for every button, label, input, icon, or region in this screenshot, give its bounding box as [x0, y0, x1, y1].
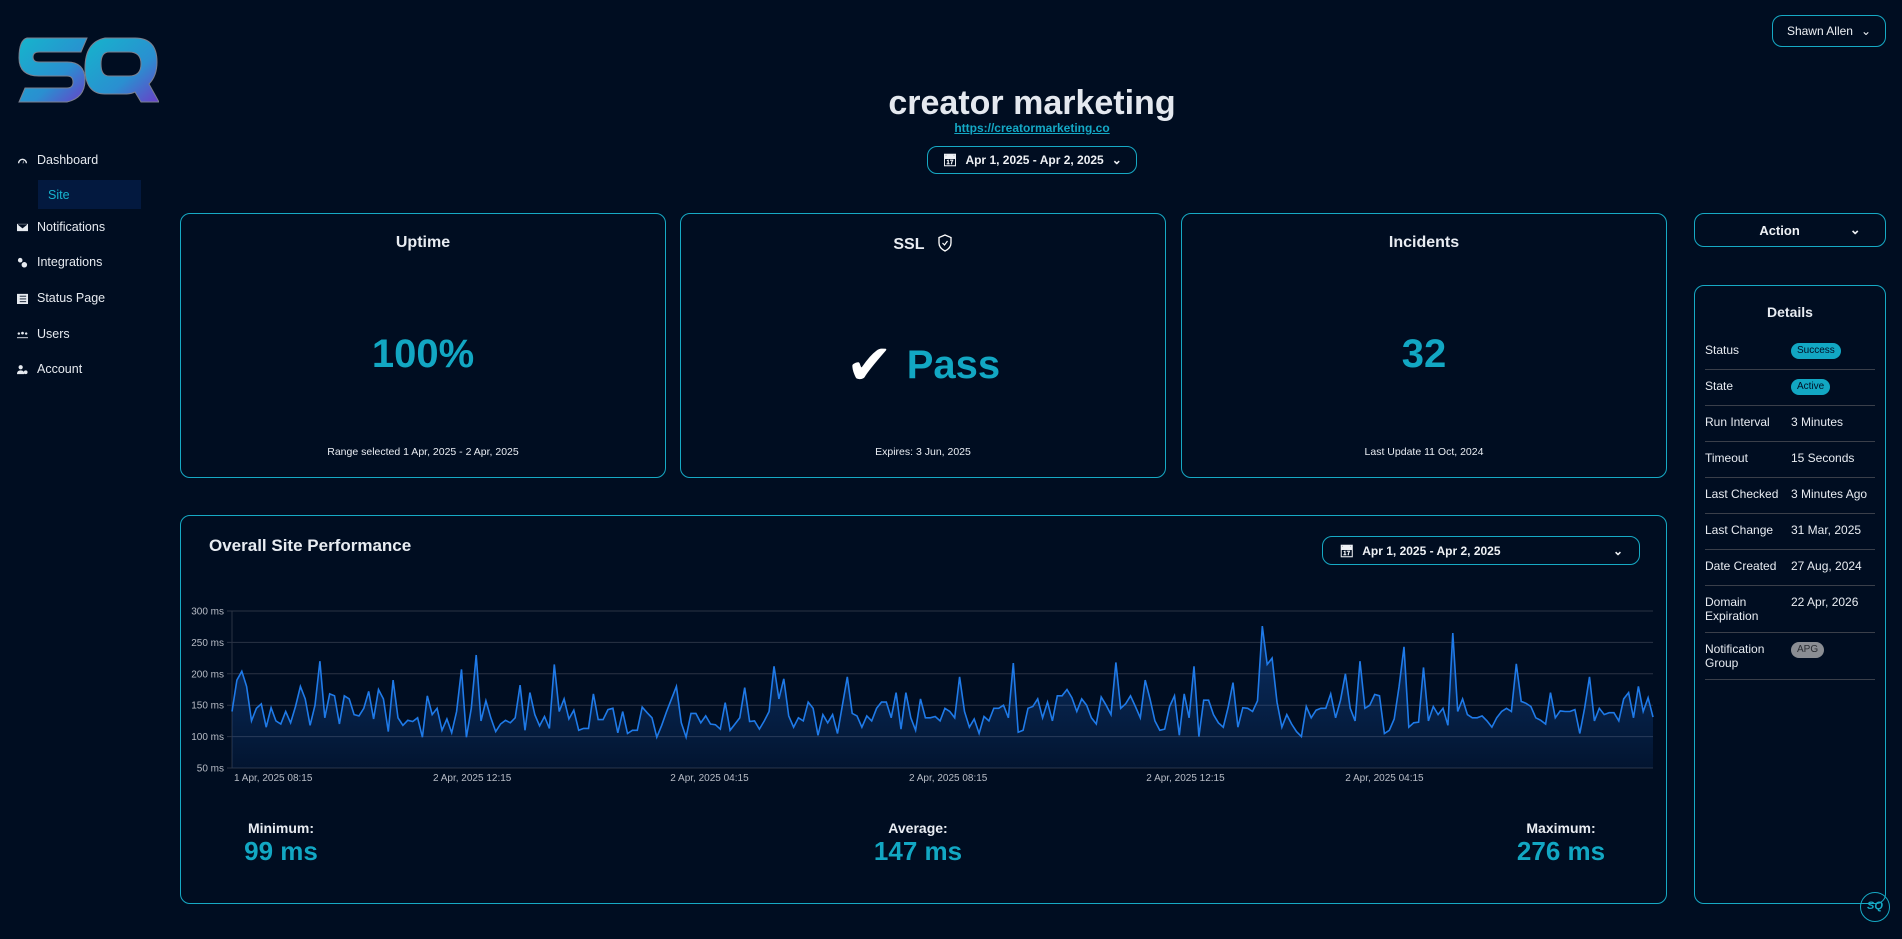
performance-panel: Overall Site Performance 📅︎ Apr 1, 2025 -… — [180, 515, 1667, 904]
details-title: Details — [1767, 304, 1813, 320]
details-value: 3 Minutes — [1791, 415, 1844, 429]
action-dropdown[interactable]: Action ⌄ — [1694, 213, 1886, 247]
ssl-value: Pass — [906, 342, 1001, 387]
ssl-title: SSL — [893, 236, 925, 253]
details-row: Date Created 27 Aug, 2024 — [1705, 550, 1875, 586]
y-tick-label: 100 ms — [191, 732, 224, 743]
details-label: State — [1705, 379, 1734, 393]
site-url-link[interactable]: https://creatormarketing.co — [832, 121, 1232, 135]
uptime-value: 100% — [371, 332, 475, 376]
x-tick-label: 2 Apr, 2025 08:15 — [909, 773, 988, 784]
details-label: Last Change — [1705, 523, 1774, 537]
details-badge: APG — [1791, 642, 1825, 658]
chevron-down-icon: ⌄ — [1849, 222, 1861, 237]
x-tick-label: 1 Apr, 2025 08:15 — [234, 773, 313, 784]
details-row: Domain Expiration 22 Apr, 2026 — [1705, 586, 1875, 633]
incidents-title: Incidents — [1388, 234, 1460, 251]
sidebar-item-dashboard[interactable]: Dashboard — [17, 153, 98, 167]
stat-minimum: Minimum: 99 ms — [244, 820, 318, 866]
page-title: creator marketing — [888, 84, 1176, 122]
x-tick-label: 2 Apr, 2025 04:15 — [1345, 773, 1424, 784]
gauge-icon — [17, 158, 28, 163]
chevron-down-icon: ⌄ — [1860, 24, 1872, 38]
gears-icon — [17, 257, 28, 268]
details-label: Last Checked — [1705, 487, 1779, 501]
uptime-title: Uptime — [395, 234, 451, 251]
details-label: Run Interval — [1705, 415, 1770, 429]
y-tick-label: 50 ms — [197, 764, 224, 775]
users-icon — [17, 331, 28, 338]
details-value: 3 Minutes Ago — [1791, 487, 1868, 501]
details-label: Domain Expiration — [1705, 595, 1759, 623]
chevron-down-icon: ⌄ — [1111, 153, 1122, 167]
sidebar-item-site[interactable]: Site — [38, 180, 141, 209]
uptime-card: Uptime 100% Range selected 1 Apr, 2025 -… — [180, 213, 666, 478]
stat-maximum: Maximum: 276 ms — [1516, 820, 1606, 866]
details-row: Notification Group APG — [1705, 633, 1875, 680]
document-icon — [17, 293, 28, 304]
sidebar-item-status-page[interactable]: Status Page — [17, 291, 105, 305]
calendar-icon: 📅︎ — [942, 153, 958, 167]
y-tick-label: 250 ms — [191, 638, 224, 649]
details-value: 15 Seconds — [1791, 451, 1855, 465]
details-row: State Active — [1705, 370, 1875, 406]
details-row: Status Success — [1705, 334, 1875, 370]
response-time-chart: 300 ms 250 ms 200 ms 150 ms 100 ms 50 ms 1 Apr… — [191, 607, 1654, 784]
sidebar-item-account[interactable]: Account — [17, 362, 82, 376]
details-badge: Success — [1791, 343, 1841, 359]
x-tick-label: 2 Apr, 2025 12:15 — [1146, 773, 1225, 784]
user-menu-button[interactable]: Shawn Allen ⌄ — [1772, 15, 1886, 47]
help-chat-button[interactable]: SQ — [1860, 892, 1890, 922]
uptime-footer: Range selected 1 Apr, 2025 - 2 Apr, 2025 — [327, 446, 519, 458]
incidents-value: 32 — [1401, 332, 1447, 376]
y-tick-label: 300 ms — [191, 607, 224, 618]
y-tick-label: 200 ms — [191, 669, 224, 680]
area-fill — [232, 626, 1653, 768]
x-tick-label: 2 Apr, 2025 12:15 — [433, 773, 512, 784]
details-panel: Details Status Success State Active Run Inte… — [1694, 285, 1886, 904]
details-row: Last Change 31 Mar, 2025 — [1705, 514, 1875, 550]
y-tick-label: 150 ms — [191, 701, 224, 712]
sidebar-item-notifications[interactable]: Notifications — [17, 220, 105, 234]
ssl-footer: Expires: 3 Jun, 2025 — [875, 446, 971, 458]
envelope-icon — [17, 223, 28, 231]
details-row: Last Checked 3 Minutes Ago — [1705, 478, 1875, 514]
date-range-picker[interactable]: 📅︎ Apr 1, 2025 - Apr 2, 2025 ⌄ — [927, 146, 1137, 174]
stat-average: Average: 147 ms — [873, 820, 963, 866]
incidents-footer: Last Update 11 Oct, 2024 — [1364, 446, 1484, 458]
details-value: 22 Apr, 2026 — [1791, 595, 1859, 609]
details-label: Notification Group — [1705, 642, 1765, 670]
details-label: Timeout — [1705, 451, 1748, 465]
user-gear-icon — [17, 364, 28, 374]
sq-logo — [18, 37, 159, 103]
shield-check-icon — [937, 234, 952, 252]
details-value: 31 Mar, 2025 — [1791, 523, 1862, 537]
sidebar-item-integrations[interactable]: Integrations — [17, 255, 102, 269]
details-label: Status — [1705, 343, 1740, 357]
details-label: Date Created — [1705, 559, 1777, 573]
ssl-card: SSL ✔︎ Pass Expires: 3 Jun, 2025 — [680, 213, 1166, 478]
x-tick-label: 2 Apr, 2025 04:15 — [670, 773, 749, 784]
check-icon: ✔︎ — [845, 333, 893, 396]
details-row: Timeout 15 Seconds — [1705, 442, 1875, 478]
details-value: 27 Aug, 2024 — [1791, 559, 1862, 573]
details-badge: Active — [1791, 379, 1831, 395]
incidents-card: Incidents 32 Last Update 11 Oct, 2024 — [1181, 213, 1667, 478]
sidebar-item-users[interactable]: Users — [17, 327, 70, 341]
details-row: Run Interval 3 Minutes — [1705, 406, 1875, 442]
